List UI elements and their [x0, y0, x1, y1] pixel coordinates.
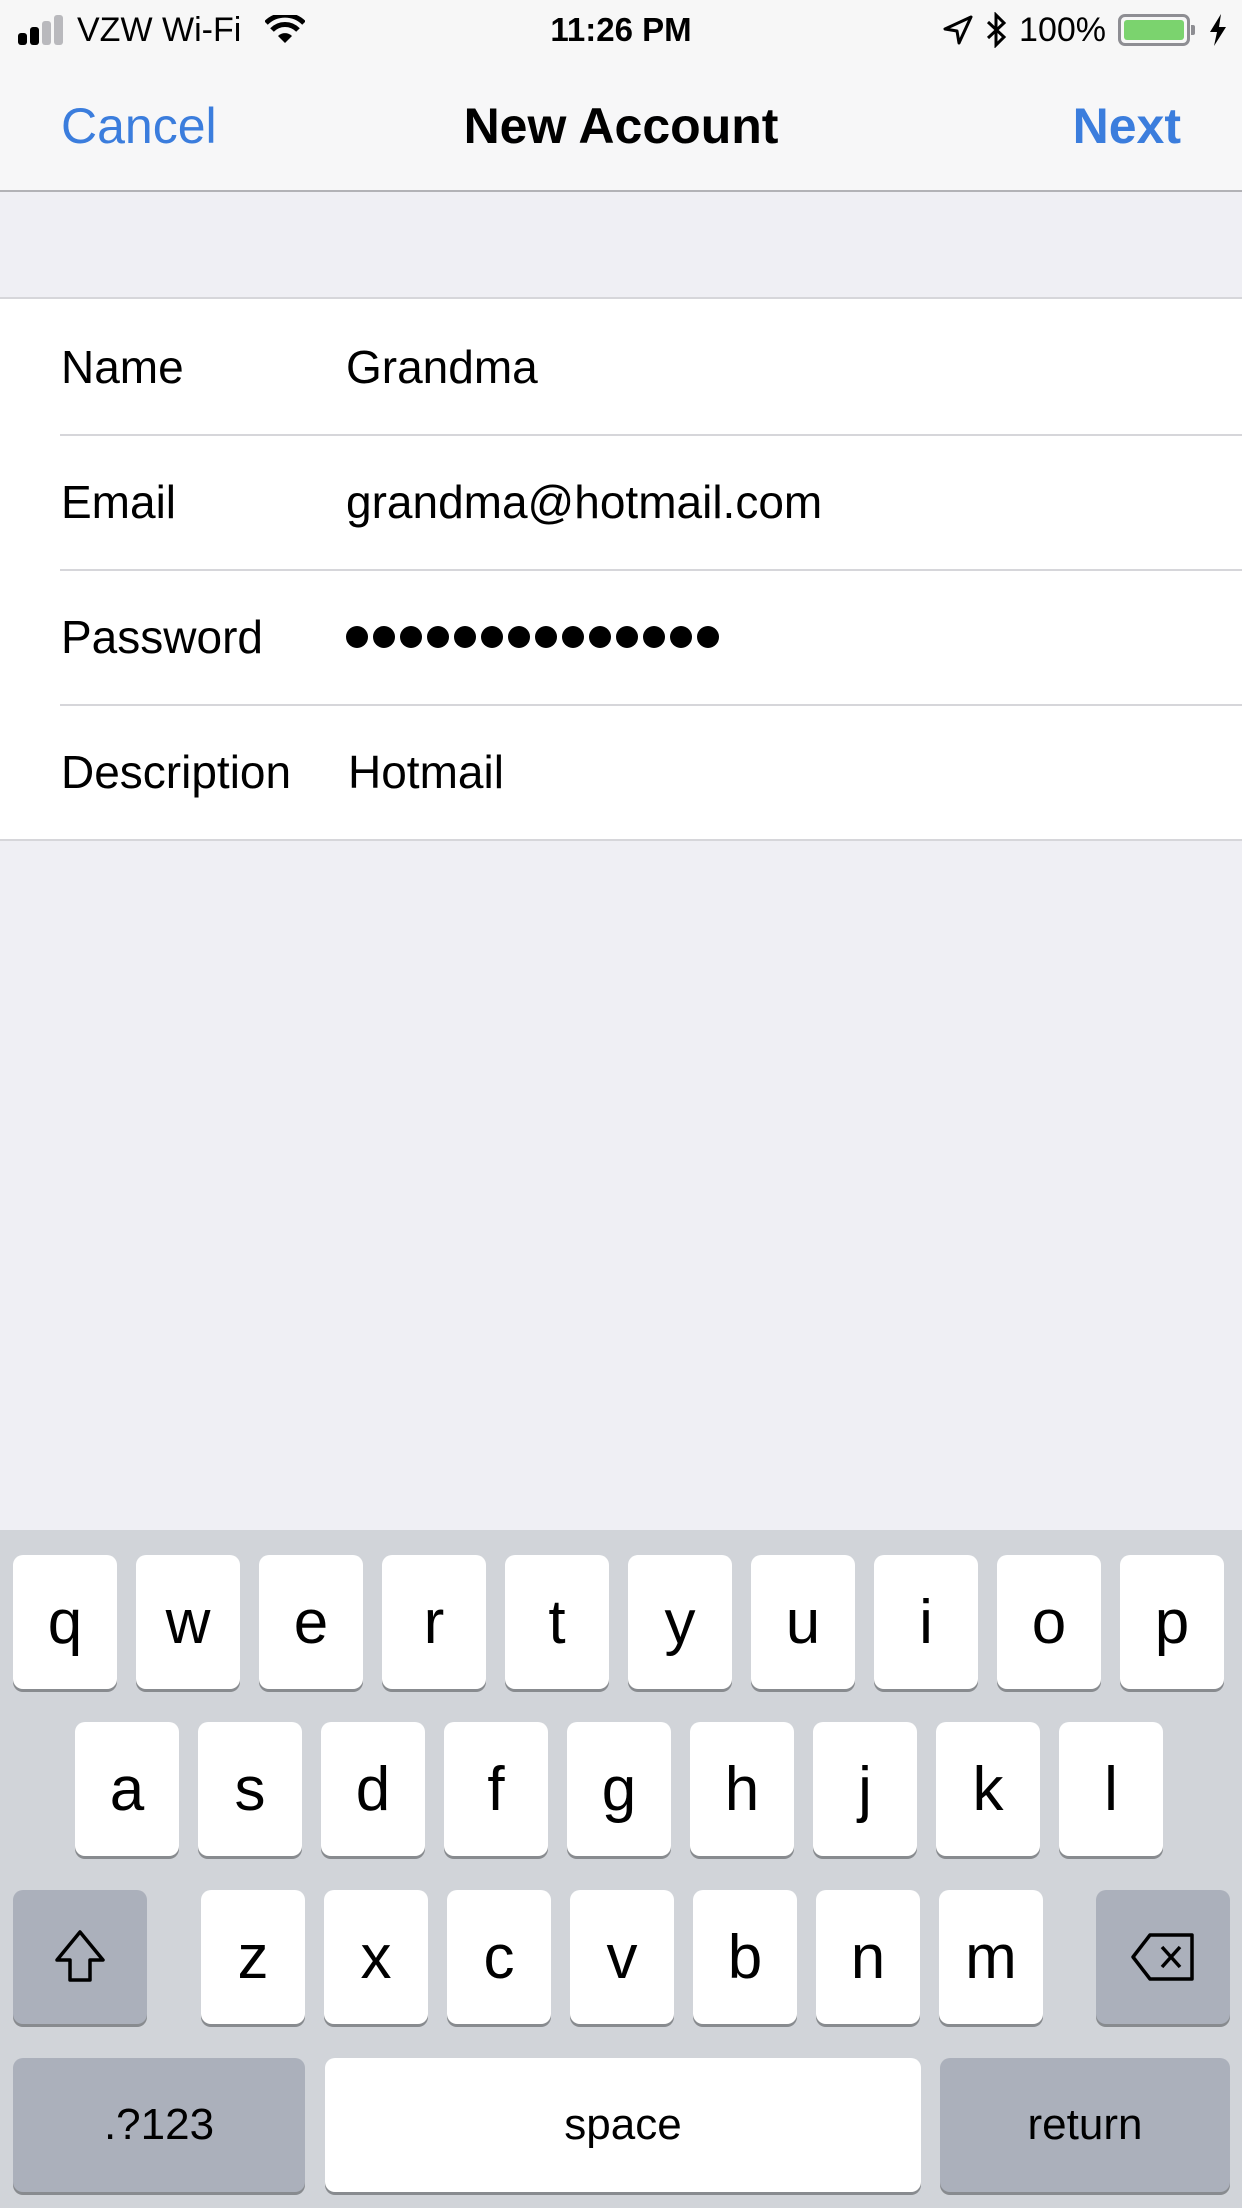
key-k[interactable]: k [936, 1722, 1040, 1856]
bluetooth-icon [985, 12, 1007, 48]
email-row[interactable]: Email grandma@hotmail.com [0, 434, 1242, 569]
email-field[interactable]: grandma@hotmail.com [346, 475, 822, 529]
key-g[interactable]: g [567, 1722, 671, 1856]
description-row[interactable]: Description Hotmail [0, 704, 1242, 839]
battery-icon [1118, 14, 1195, 46]
key-j[interactable]: j [813, 1722, 917, 1856]
location-icon [943, 15, 973, 45]
numbers-key[interactable]: .?123 [13, 2058, 305, 2192]
key-w[interactable]: w [136, 1555, 240, 1689]
key-d[interactable]: d [321, 1722, 425, 1856]
password-dot [508, 625, 530, 648]
password-dot [643, 625, 665, 648]
name-label: Name [61, 340, 184, 393]
key-x[interactable]: x [324, 1890, 428, 2024]
battery-level [1124, 20, 1184, 40]
key-u[interactable]: u [751, 1555, 855, 1689]
description-label: Description [61, 745, 292, 798]
shift-key[interactable] [13, 1890, 147, 2024]
cancel-button[interactable]: Cancel [61, 60, 217, 192]
key-m[interactable]: m [939, 1890, 1043, 2024]
password-dot [535, 625, 557, 648]
key-o[interactable]: o [997, 1555, 1101, 1689]
password-row[interactable]: Password [0, 569, 1242, 704]
shift-icon [51, 1928, 109, 1986]
password-dot [481, 625, 503, 648]
password-dot [346, 625, 368, 648]
key-s[interactable]: s [198, 1722, 302, 1856]
password-dot [373, 625, 395, 648]
wifi-icon [265, 15, 306, 45]
space-key[interactable]: space [325, 2058, 921, 2192]
password-label: Password [61, 610, 263, 663]
key-a[interactable]: a [75, 1722, 179, 1856]
key-f[interactable]: f [444, 1722, 548, 1856]
charging-icon [1208, 13, 1228, 47]
key-q[interactable]: q [13, 1555, 117, 1689]
password-field[interactable] [346, 625, 719, 648]
key-z[interactable]: z [201, 1890, 305, 2024]
status-bar: VZW Wi-Fi 11:26 PM 100% [0, 0, 1242, 60]
key-i[interactable]: i [874, 1555, 978, 1689]
key-t[interactable]: t [505, 1555, 609, 1689]
battery-percent: 100% [1019, 10, 1106, 49]
password-dot [697, 625, 719, 648]
key-h[interactable]: h [690, 1722, 794, 1856]
key-b[interactable]: b [693, 1890, 797, 2024]
key-n[interactable]: n [816, 1890, 920, 2024]
delete-key[interactable] [1096, 1890, 1230, 2024]
name-row[interactable]: Name Grandma [0, 299, 1242, 434]
password-dot [400, 625, 422, 648]
navigation-bar: New Account Cancel Next [0, 60, 1242, 192]
key-p[interactable]: p [1120, 1555, 1224, 1689]
password-dot [616, 625, 638, 648]
name-field[interactable]: Grandma [346, 340, 538, 394]
password-dot [589, 625, 611, 648]
backspace-icon [1130, 1932, 1196, 1982]
key-r[interactable]: r [382, 1555, 486, 1689]
key-l[interactable]: l [1059, 1722, 1163, 1856]
signal-icon [18, 15, 63, 45]
email-label: Email [61, 475, 177, 528]
password-dot [427, 625, 449, 648]
keyboard: .?123 space return qwertyuiop asdfghjkl zx… [0, 1530, 1242, 2208]
return-key[interactable]: return [940, 2058, 1230, 2192]
description-field[interactable]: Hotmail [348, 745, 504, 799]
key-c[interactable]: c [447, 1890, 551, 2024]
key-v[interactable]: v [570, 1890, 674, 2024]
key-e[interactable]: e [259, 1555, 363, 1689]
password-dot [562, 625, 584, 648]
key-y[interactable]: y [628, 1555, 732, 1689]
account-form: Name Grandma Email grandma@hotmail.com P… [0, 297, 1242, 841]
next-button[interactable]: Next [1073, 60, 1181, 192]
password-dot [670, 625, 692, 648]
password-dot [454, 625, 476, 648]
carrier-label: VZW Wi-Fi [77, 10, 242, 49]
